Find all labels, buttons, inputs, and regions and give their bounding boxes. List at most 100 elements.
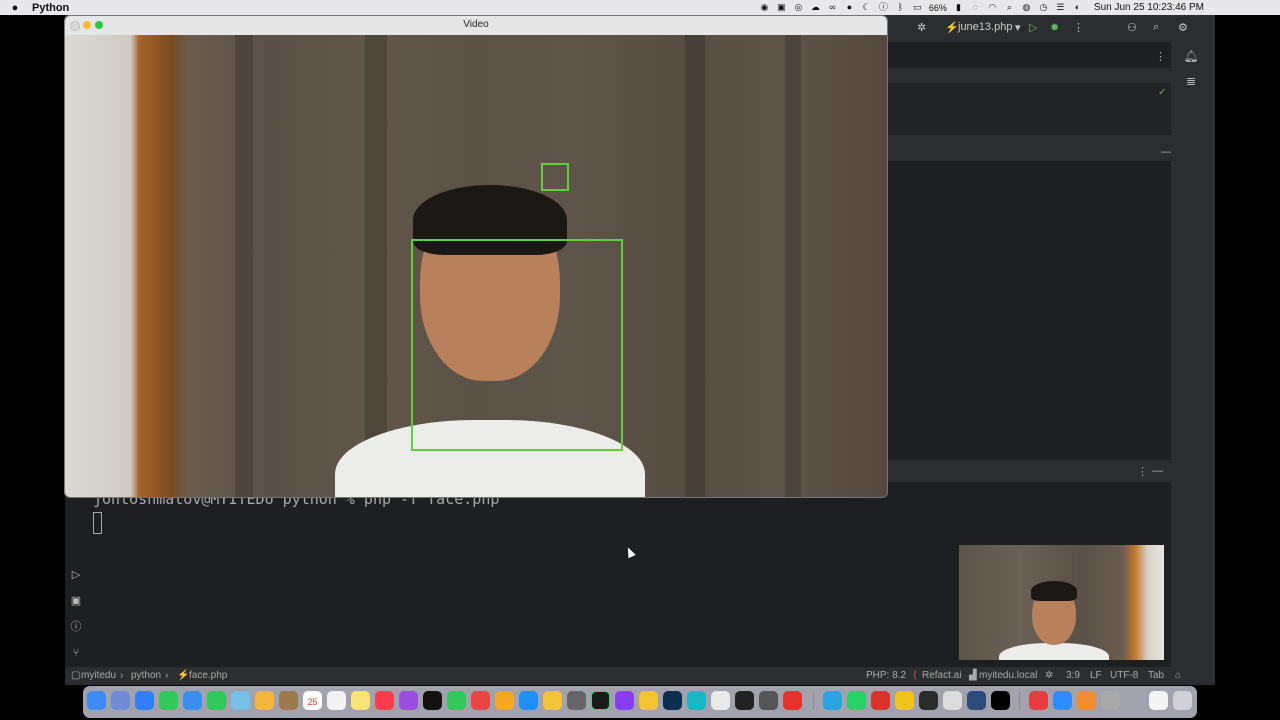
app-store-icon[interactable] bbox=[519, 691, 538, 710]
chatgpt-icon[interactable] bbox=[919, 691, 938, 710]
wifi-icon[interactable]: ◠ bbox=[987, 2, 998, 13]
services-icon[interactable]: ▷ bbox=[69, 568, 83, 582]
photoshop-icon[interactable] bbox=[663, 691, 682, 710]
chrome-icon[interactable] bbox=[639, 691, 658, 710]
whatsapp-icon[interactable] bbox=[847, 691, 866, 710]
terminal-app-icon[interactable] bbox=[735, 691, 754, 710]
breadcrumb-project[interactable]: myitedu bbox=[81, 670, 116, 681]
panel-options-icon[interactable]: ⋮ bbox=[1155, 50, 1166, 63]
breadcrumb-folder[interactable]: python bbox=[131, 670, 161, 681]
video-window[interactable]: Video bbox=[65, 16, 887, 497]
podcasts-icon[interactable] bbox=[399, 691, 418, 710]
more-options-icon[interactable]: ⋮ bbox=[1073, 21, 1084, 34]
add-user-icon[interactable]: ⚇ bbox=[1127, 21, 1137, 34]
breadcrumb-file[interactable]: face.php bbox=[189, 670, 227, 681]
pages-icon[interactable] bbox=[495, 691, 514, 710]
terminal-icon[interactable]: ▣ bbox=[69, 594, 83, 608]
music-icon[interactable] bbox=[375, 691, 394, 710]
control-center-icon[interactable]: ☰ bbox=[1055, 2, 1066, 13]
search-icon[interactable]: ⌕ bbox=[1004, 2, 1015, 13]
pycharm-icon[interactable] bbox=[591, 691, 610, 710]
debug-settings-icon[interactable]: ✲ bbox=[917, 21, 926, 34]
maps-icon[interactable] bbox=[231, 691, 250, 710]
window-tool-icon[interactable] bbox=[967, 691, 986, 710]
apple-menu-icon[interactable]: ● bbox=[0, 2, 30, 14]
utility-icon[interactable] bbox=[567, 691, 586, 710]
panel-section bbox=[885, 135, 1171, 161]
refact-plugin[interactable]: Refact.ai bbox=[922, 670, 961, 681]
phpstorm-icon[interactable] bbox=[615, 691, 634, 710]
database-tool-icon[interactable] bbox=[543, 691, 562, 710]
panel-content bbox=[885, 83, 1171, 133]
airdrop-icon[interactable]: ◌ bbox=[970, 2, 981, 13]
terminal-minimize-icon[interactable]: — bbox=[1152, 465, 1163, 477]
run-icon[interactable]: ▷ bbox=[1029, 21, 1037, 34]
cloud-icon[interactable]: ☁ bbox=[810, 2, 821, 13]
lock-icon[interactable]: ⌂ bbox=[1175, 670, 1181, 681]
news-icon[interactable] bbox=[471, 691, 490, 710]
keyboard-icon[interactable]: ▭ bbox=[912, 2, 923, 13]
safari-icon[interactable] bbox=[135, 691, 154, 710]
link-icon[interactable]: ∞ bbox=[827, 2, 838, 13]
facetime-icon[interactable] bbox=[207, 691, 226, 710]
mail-icon[interactable] bbox=[183, 691, 202, 710]
apple-tv-icon[interactable] bbox=[423, 691, 442, 710]
creative-cloud-icon[interactable]: ◎ bbox=[793, 2, 804, 13]
chevron-down-icon[interactable]: ▾ bbox=[1015, 21, 1021, 34]
record-icon[interactable]: ◉ bbox=[759, 2, 770, 13]
slack-icon[interactable] bbox=[711, 691, 730, 710]
notes-icon[interactable]: ▣ bbox=[776, 2, 787, 13]
battery-icon[interactable]: ▮ bbox=[953, 2, 964, 13]
menubar-clock[interactable]: Sun Jun 25 10:23:46 PM bbox=[1094, 2, 1204, 13]
app-icon-2[interactable] bbox=[1029, 691, 1048, 710]
contacts-icon[interactable] bbox=[279, 691, 298, 710]
tiktok-icon[interactable] bbox=[991, 691, 1010, 710]
siri-icon[interactable]: ◐ bbox=[1072, 2, 1083, 13]
php-version[interactable]: PHP: 8.2 bbox=[866, 670, 906, 681]
calendar-icon[interactable]: 25 bbox=[303, 691, 322, 710]
recorder-icon[interactable] bbox=[783, 691, 802, 710]
canva-icon[interactable] bbox=[687, 691, 706, 710]
screenshot-icon[interactable] bbox=[759, 691, 778, 710]
settings-gear-icon[interactable]: ⚙ bbox=[1178, 21, 1188, 34]
microphone-icon[interactable]: ● bbox=[844, 2, 855, 13]
database-icon[interactable]: ≣ bbox=[1183, 73, 1199, 89]
sublime-icon[interactable] bbox=[1077, 691, 1096, 710]
file-encoding[interactable]: UTF-8 bbox=[1110, 670, 1138, 681]
video-titlebar[interactable]: Video bbox=[65, 16, 887, 35]
telegram-icon[interactable] bbox=[823, 691, 842, 710]
problems-icon[interactable]: ⓘ bbox=[69, 620, 83, 634]
numbers-icon[interactable] bbox=[447, 691, 466, 710]
right-letterbox bbox=[1215, 15, 1280, 720]
indent-setting[interactable]: Tab bbox=[1148, 670, 1164, 681]
moon-icon[interactable]: ☾ bbox=[861, 2, 872, 13]
git-branch-icon[interactable]: ⑂ bbox=[69, 646, 83, 660]
messages-icon[interactable] bbox=[159, 691, 178, 710]
run-config-selector[interactable]: june13.php bbox=[958, 21, 1012, 33]
time-machine-icon[interactable]: ◷ bbox=[1038, 2, 1049, 13]
line-ending[interactable]: LF bbox=[1090, 670, 1102, 681]
bluetooth-icon[interactable]: ᛒ bbox=[895, 2, 906, 13]
stickies-icon[interactable] bbox=[895, 691, 914, 710]
app-icon[interactable] bbox=[871, 691, 890, 710]
reminders-icon[interactable] bbox=[327, 691, 346, 710]
debug-icon[interactable]: ✹ bbox=[1050, 21, 1059, 34]
app-name-menu[interactable]: Python bbox=[32, 2, 69, 14]
preview-icon[interactable] bbox=[943, 691, 962, 710]
search-icon[interactable]: ⌕ bbox=[1153, 21, 1159, 34]
deployment-host[interactable]: myitedu.local bbox=[979, 670, 1037, 681]
finder-icon[interactable] bbox=[87, 691, 106, 710]
info-icon[interactable]: ⓘ bbox=[878, 2, 889, 13]
terminal-options-icon[interactable]: ⋮ bbox=[1137, 465, 1148, 478]
launchpad-icon[interactable] bbox=[111, 691, 130, 710]
cursor-position[interactable]: 3:9 bbox=[1066, 670, 1080, 681]
trash-icon[interactable] bbox=[1173, 691, 1192, 710]
user-icon[interactable]: ◍ bbox=[1021, 2, 1032, 13]
inspection-icon[interactable]: ✲ bbox=[1045, 670, 1053, 681]
zoom-icon[interactable] bbox=[1053, 691, 1072, 710]
notes-icon[interactable] bbox=[351, 691, 370, 710]
photos-icon[interactable] bbox=[255, 691, 274, 710]
util-icon[interactable] bbox=[1101, 691, 1120, 710]
folder-icon[interactable] bbox=[1149, 691, 1168, 710]
notifications-icon[interactable]: 🔔︎ bbox=[1183, 48, 1199, 64]
